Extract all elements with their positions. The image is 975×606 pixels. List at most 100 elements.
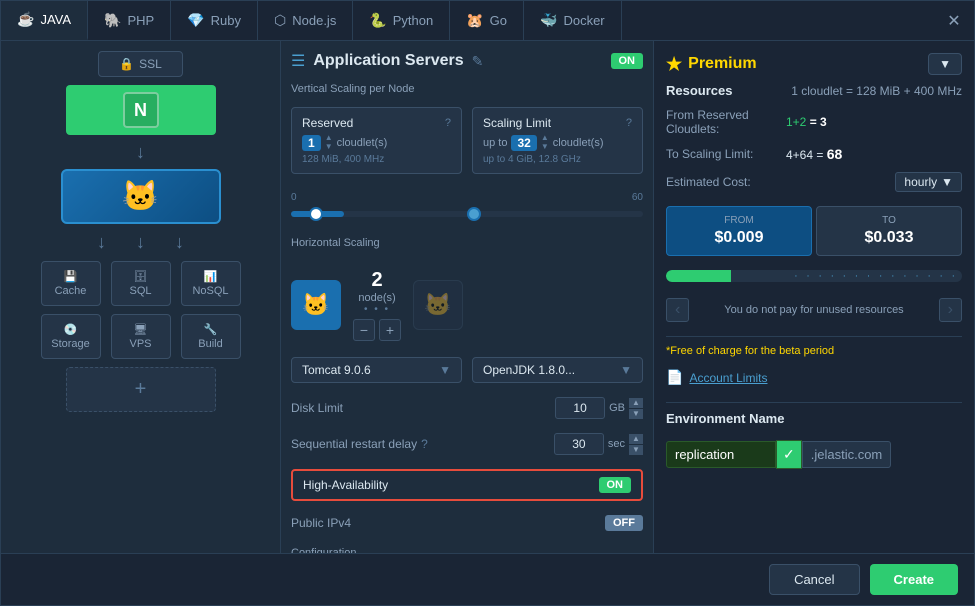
list-icon: ☰ [291, 51, 305, 71]
resources-row: Resources 1 cloudlet = 128 MiB + 400 MHz [666, 83, 962, 98]
tomcat-node[interactable]: 🐱 [61, 169, 221, 224]
main-toggle-on[interactable]: ON [611, 53, 644, 69]
java-icon: ☕ [17, 11, 34, 28]
nosql-button[interactable]: 📊 NoSQL [181, 261, 241, 306]
public-ipv4-row: Public IPv4 OFF [291, 515, 643, 531]
ha-toggle[interactable]: ON [599, 477, 632, 493]
sql-button[interactable]: 🗄 SQL [111, 261, 171, 306]
tab-bar: ☕ JAVA 🐘 PHP 💎 Ruby ⬡ Node.js 🐍 Python 🐹… [1, 1, 974, 41]
tab-php[interactable]: 🐘 PHP [88, 1, 171, 40]
estimated-cost-dropdown[interactable]: hourly ▼ [895, 172, 962, 192]
disk-up-button[interactable]: ▲ [629, 398, 643, 408]
disabled-cat-icon: 🐱 [424, 292, 451, 318]
tab-go[interactable]: 🐹 Go [450, 1, 524, 40]
restart-value-input[interactable] [554, 433, 604, 455]
build-button[interactable]: 🔧 Build [181, 314, 241, 359]
ipv4-toggle[interactable]: OFF [605, 515, 643, 531]
storage-button[interactable]: 💿 Storage [41, 314, 101, 359]
tab-nodejs[interactable]: ⬡ Node.js [258, 1, 353, 40]
tab-java[interactable]: ☕ JAVA [1, 1, 88, 40]
scaling-spinner[interactable]: ▲ ▼ [541, 134, 549, 151]
down-arrow-4: ↓ [175, 232, 184, 253]
node-minus-button[interactable]: − [353, 319, 375, 341]
create-button[interactable]: Create [870, 564, 958, 595]
reserved-cloudlet-row: 1 ▲ ▼ cloudlet(s) [302, 134, 451, 151]
to-scaling-nums: 4+64 = [786, 148, 827, 162]
active-node-icon: 🐱 [291, 280, 341, 330]
openjdk-dropdown[interactable]: OpenJDK 1.8.0... ▼ [472, 357, 643, 383]
tab-ruby[interactable]: 💎 Ruby [171, 1, 258, 40]
prev-arrow-button[interactable]: ‹ [666, 298, 689, 322]
scaling-help[interactable]: ? [626, 117, 632, 129]
env-name-input[interactable] [666, 441, 776, 468]
disk-down-button[interactable]: ▼ [629, 409, 643, 419]
resources-title: Resources [666, 83, 732, 98]
vps-button[interactable]: 🖥 VPS [111, 314, 171, 359]
from-reserved-green: 1+2 [786, 115, 806, 129]
disk-unit-label: GB [609, 402, 625, 414]
doc-icon: 📄 [666, 369, 683, 386]
tab-java-label: JAVA [40, 12, 71, 27]
edit-icon[interactable]: ✎ [472, 53, 484, 70]
build-icon: 🔧 [204, 323, 218, 336]
nosql-label: NoSQL [192, 285, 228, 297]
vps-icon: 🖥 [134, 323, 148, 336]
restart-delay-label: Sequential restart delay ? [291, 437, 451, 451]
tomcat-dropdown[interactable]: Tomcat 9.0.6 ▼ [291, 357, 462, 383]
plus-icon: + [135, 378, 147, 401]
cache-button[interactable]: 💾 Cache [41, 261, 101, 306]
slider-track[interactable] [291, 211, 643, 217]
tomcat-caret-icon: ▼ [439, 363, 451, 377]
to-scaling-total: 68 [827, 146, 843, 162]
restart-down-button[interactable]: ▼ [629, 445, 643, 455]
tab-python[interactable]: 🐍 Python [353, 1, 450, 40]
restart-spinner[interactable]: ▲ ▼ [629, 434, 643, 455]
scaling-limit-title: Scaling Limit ? [483, 116, 632, 130]
ssl-button[interactable]: 🔒 SSL [98, 51, 183, 77]
left-panel: 🔒 SSL N ↓ 🐱 ↓ ↓ ↓ 💾 Cache [1, 41, 281, 553]
reserved-help[interactable]: ? [445, 117, 451, 129]
from-reserved-row: From Reserved Cloudlets: 1+2 = 3 [666, 108, 962, 136]
cache-label: Cache [55, 285, 87, 297]
scaling-prefix: up to [483, 137, 507, 149]
main-dialog: ☕ JAVA 🐘 PHP 💎 Ruby ⬡ Node.js 🐍 Python 🐹… [0, 0, 975, 606]
env-name-label: Environment Name [666, 411, 962, 426]
tab-docker[interactable]: 🐳 Docker [524, 1, 622, 40]
reserved-value: 1 [302, 135, 321, 151]
env-check-icon: ✓ [776, 440, 802, 469]
node-label: node(s) [358, 292, 395, 304]
disk-limit-row: Disk Limit GB ▲ ▼ [291, 397, 643, 419]
premium-dropdown[interactable]: ▼ [928, 53, 962, 75]
tab-go-label: Go [490, 13, 507, 28]
disk-value-input[interactable] [555, 397, 605, 419]
scaling-limit-box: Scaling Limit ? up to 32 ▲ ▼ cloudlet(s)… [472, 107, 643, 174]
footer: Cancel Create [1, 553, 974, 605]
disk-spinner[interactable]: ▲ ▼ [629, 398, 643, 419]
tab-ruby-label: Ruby [211, 13, 241, 28]
cancel-button[interactable]: Cancel [769, 564, 859, 595]
nginx-node[interactable]: N [66, 85, 216, 135]
env-name-row: ✓ .jelastic.com [666, 440, 962, 469]
restart-up-button[interactable]: ▲ [629, 434, 643, 444]
next-arrow-button[interactable]: › [939, 298, 962, 322]
lock-icon: 🔒 [119, 57, 134, 71]
center-panel: ☰ Application Servers ✎ ON Vertical Scal… [281, 41, 654, 553]
from-reserved-label: From Reserved Cloudlets: [666, 108, 786, 136]
row-arrows: ↓ ↓ ↓ [97, 232, 184, 253]
restart-help-icon[interactable]: ? [421, 437, 428, 451]
php-icon: 🐘 [104, 12, 121, 29]
divider-1 [666, 336, 962, 337]
usage-filled [666, 270, 731, 282]
node-plus-button[interactable]: + [379, 319, 401, 341]
tab-docker-label: Docker [563, 13, 604, 28]
tab-python-label: Python [393, 13, 433, 28]
reserved-spinner[interactable]: ▲ ▼ [325, 134, 333, 151]
info-nav: ‹ You do not pay for unused resources › [666, 298, 962, 322]
restart-delay-row: Sequential restart delay ? sec ▲ ▼ [291, 433, 643, 455]
close-button[interactable]: ✕ [934, 1, 974, 40]
account-limits-row: 📄 Account Limits [666, 369, 962, 386]
slider-thumb-right[interactable] [467, 207, 481, 221]
slider-thumb-left[interactable] [309, 207, 323, 221]
add-node-button[interactable]: + [66, 367, 216, 412]
account-limits-link[interactable]: Account Limits [689, 371, 767, 385]
